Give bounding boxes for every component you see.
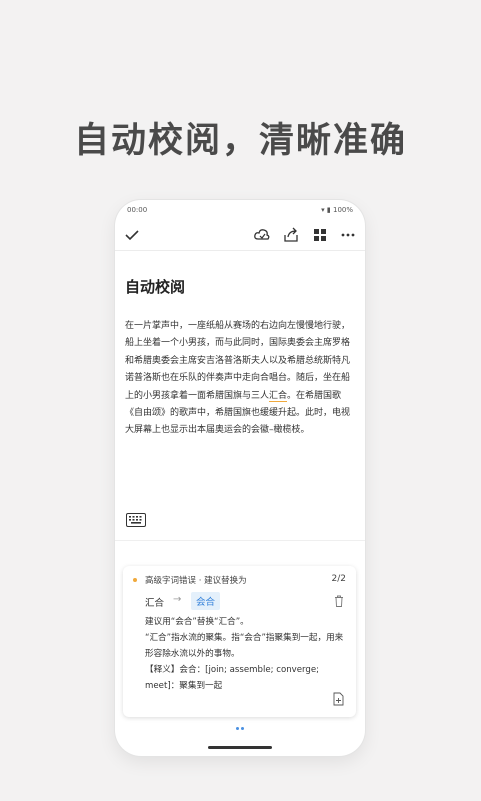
keyboard-icon[interactable] xyxy=(126,513,146,527)
replacement-chip[interactable]: 会合 xyxy=(191,592,221,610)
toolbar-divider xyxy=(115,250,365,251)
explanation-line-3: 【释义】会合：[join; assemble; converge; meet]：… xyxy=(145,665,320,691)
editor-toolbar xyxy=(115,222,365,250)
original-word: 汇合 xyxy=(145,598,165,609)
document-body[interactable]: 在一片掌声中，一座纸船从赛场的右边向左慢慢地行驶，船上坐着一个小男孩，而与此同时… xyxy=(125,318,353,440)
arrow-right-icon: → xyxy=(173,594,182,605)
share-icon[interactable] xyxy=(282,226,300,244)
explanation-line-2: “汇合”指水流的聚集。指“会合”指聚集到一起，用来形容除水流以外的事物。 xyxy=(145,633,344,659)
check-icon[interactable] xyxy=(123,226,141,244)
body-text-before: 在一片掌声中，一座纸船从赛场的右边向左慢慢地行驶，船上坐着一个小男孩，而与此同时… xyxy=(125,321,351,401)
document-title: 自动校阅 xyxy=(125,278,186,296)
home-indicator[interactable] xyxy=(208,746,272,749)
phone-frame: 00:00 ▾ ▮ 100% 自动校阅 在一片掌声中，一座纸船从赛场的右边向左慢… xyxy=(115,200,365,756)
status-time: 00:00 xyxy=(127,206,148,214)
suggestion-counter: 2/2 xyxy=(331,574,346,584)
add-to-dictionary-icon[interactable] xyxy=(333,692,344,706)
explanation-line-1: 建议用“会合”替换“汇合”。 xyxy=(145,617,249,627)
warning-dot xyxy=(133,578,137,582)
promo-headline: 自动校阅，清晰准确 xyxy=(73,121,407,161)
suggestion-explanation: 建议用“会合”替换“汇合”。 “汇合”指水流的聚集。指“会合”指聚集到一起，用来… xyxy=(145,614,347,694)
trash-icon[interactable] xyxy=(334,595,344,607)
suggestion-type: 高级字词错误 · 建议替换为 xyxy=(145,576,247,586)
suggestion-card[interactable]: 高级字词错误 · 建议替换为 2/2 汇合 → 会合 建议用“会合”替换“汇合”… xyxy=(123,566,356,717)
page-dot xyxy=(236,727,239,730)
page-indicator xyxy=(236,727,246,731)
flagged-word[interactable]: 汇合 xyxy=(269,390,288,402)
battery-level: 100% xyxy=(332,206,353,214)
panel-divider xyxy=(115,540,365,541)
more-icon[interactable] xyxy=(339,226,357,244)
status-bar: 00:00 ▾ ▮ 100% xyxy=(115,200,365,220)
grid-icon[interactable] xyxy=(311,226,329,244)
cloud-sync-icon[interactable] xyxy=(253,226,271,244)
page-dot xyxy=(241,727,244,730)
wifi-icon: ▾ xyxy=(321,206,325,214)
status-icons: ▾ ▮ 100% xyxy=(321,206,353,214)
battery-icon: ▮ xyxy=(326,206,331,214)
